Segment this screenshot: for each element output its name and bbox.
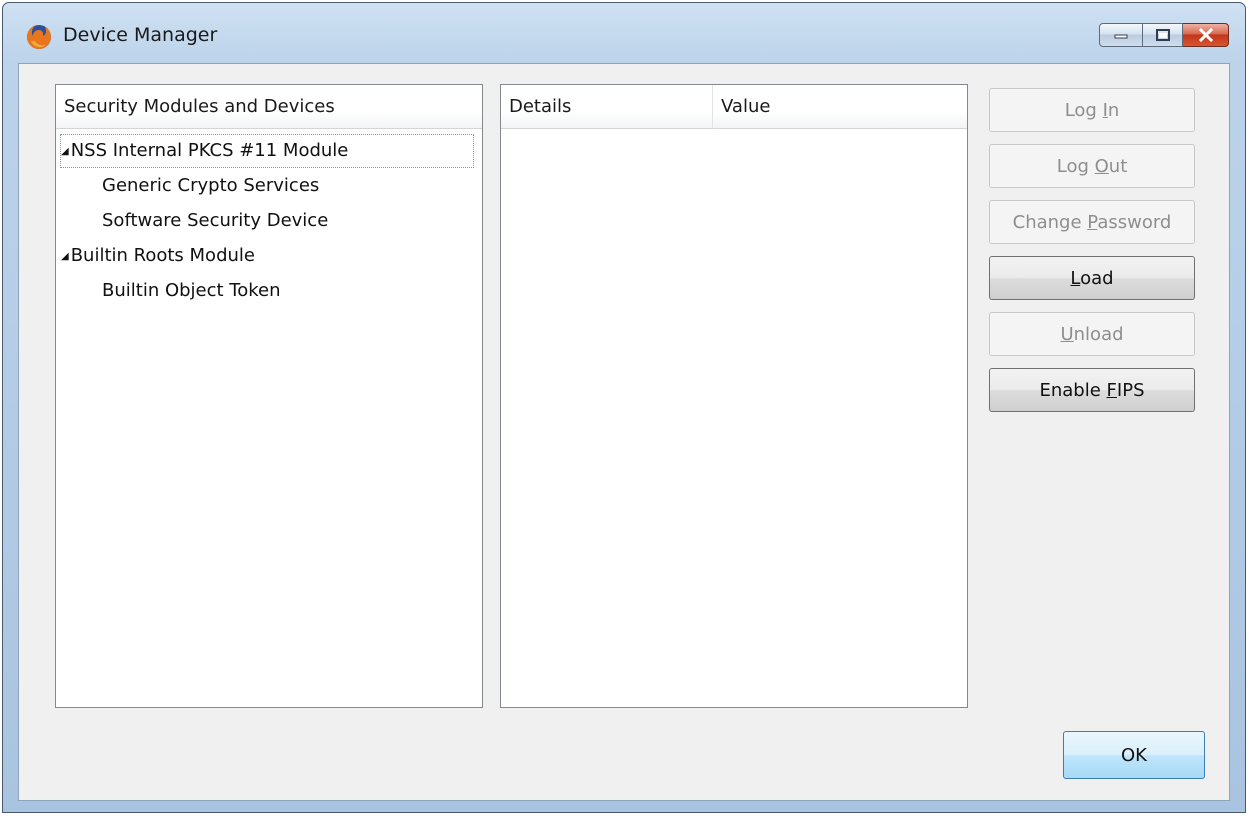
tree-item-label: Generic Crypto Services [102,175,320,196]
button-label-part: assword [1097,211,1172,233]
tree-column-header[interactable]: Security Modules and Devices [56,85,482,129]
button-label-part: O [1094,155,1109,177]
button-label-part: L [1070,267,1081,289]
details-column-header[interactable]: Details [501,85,713,129]
enable-fips-button[interactable]: Enable FIPS [989,368,1195,412]
button-label-part: P [1087,211,1098,233]
button-label-part: U [1060,323,1074,345]
log-in-button[interactable]: Log In [989,88,1195,132]
change-password-button[interactable]: Change Password [989,200,1195,244]
expand-triangle-icon[interactable]: ◢ [61,146,69,157]
tree-item-label: Builtin Roots Module [70,245,255,266]
button-label-part: nload [1073,323,1124,345]
close-icon [1198,28,1213,42]
tree-device-item[interactable]: Generic Crypto Services [102,170,319,202]
dialog-client-area: Security Modules and Devices ◢ NSS Intern… [18,63,1230,801]
minimize-button[interactable] [1099,23,1143,47]
tree-item-label: NSS Internal PKCS #11 Module [70,140,349,161]
tree-device-item[interactable]: Builtin Object Token [102,275,281,307]
button-label-part: Enable [1039,379,1107,401]
security-modules-tree[interactable]: Security Modules and Devices ◢ NSS Intern… [55,84,483,708]
button-label-part: oad [1080,267,1114,289]
button-label-part: F [1106,379,1117,401]
caption-buttons [1099,23,1229,49]
window-title: Device Manager [63,24,218,46]
maximize-icon [1155,29,1170,41]
button-label-part: Change [1012,211,1088,233]
close-button[interactable] [1183,23,1229,47]
device-manager-window: Device Manager Security Modules and Devi… [2,2,1246,813]
unload-button[interactable]: Unload [989,312,1195,356]
tree-item-label: Builtin Object Token [102,280,281,301]
button-label-part: ut [1108,155,1128,177]
button-label-part: n [1107,99,1120,121]
firefox-icon [27,25,51,49]
details-table[interactable]: Details Value [500,84,968,708]
maximize-button[interactable] [1143,23,1183,47]
button-label-part: IPS [1116,379,1145,401]
title-bar[interactable]: Device Manager [3,3,1245,63]
log-out-button[interactable]: Log Out [989,144,1195,188]
button-label-part: Log [1064,99,1103,121]
button-label-part: Log [1056,155,1095,177]
tree-module-item[interactable]: ◢ Builtin Roots Module [61,240,473,272]
value-column-header[interactable]: Value [713,85,967,129]
tree-device-item[interactable]: Software Security Device [102,205,328,237]
load-button[interactable]: Load [989,256,1195,300]
minimize-icon [1114,34,1128,39]
tree-item-label: Software Security Device [102,210,329,231]
expand-triangle-icon[interactable]: ◢ [61,251,69,262]
ok-button[interactable]: OK [1063,731,1205,779]
tree-module-item[interactable]: ◢ NSS Internal PKCS #11 Module [60,134,474,168]
